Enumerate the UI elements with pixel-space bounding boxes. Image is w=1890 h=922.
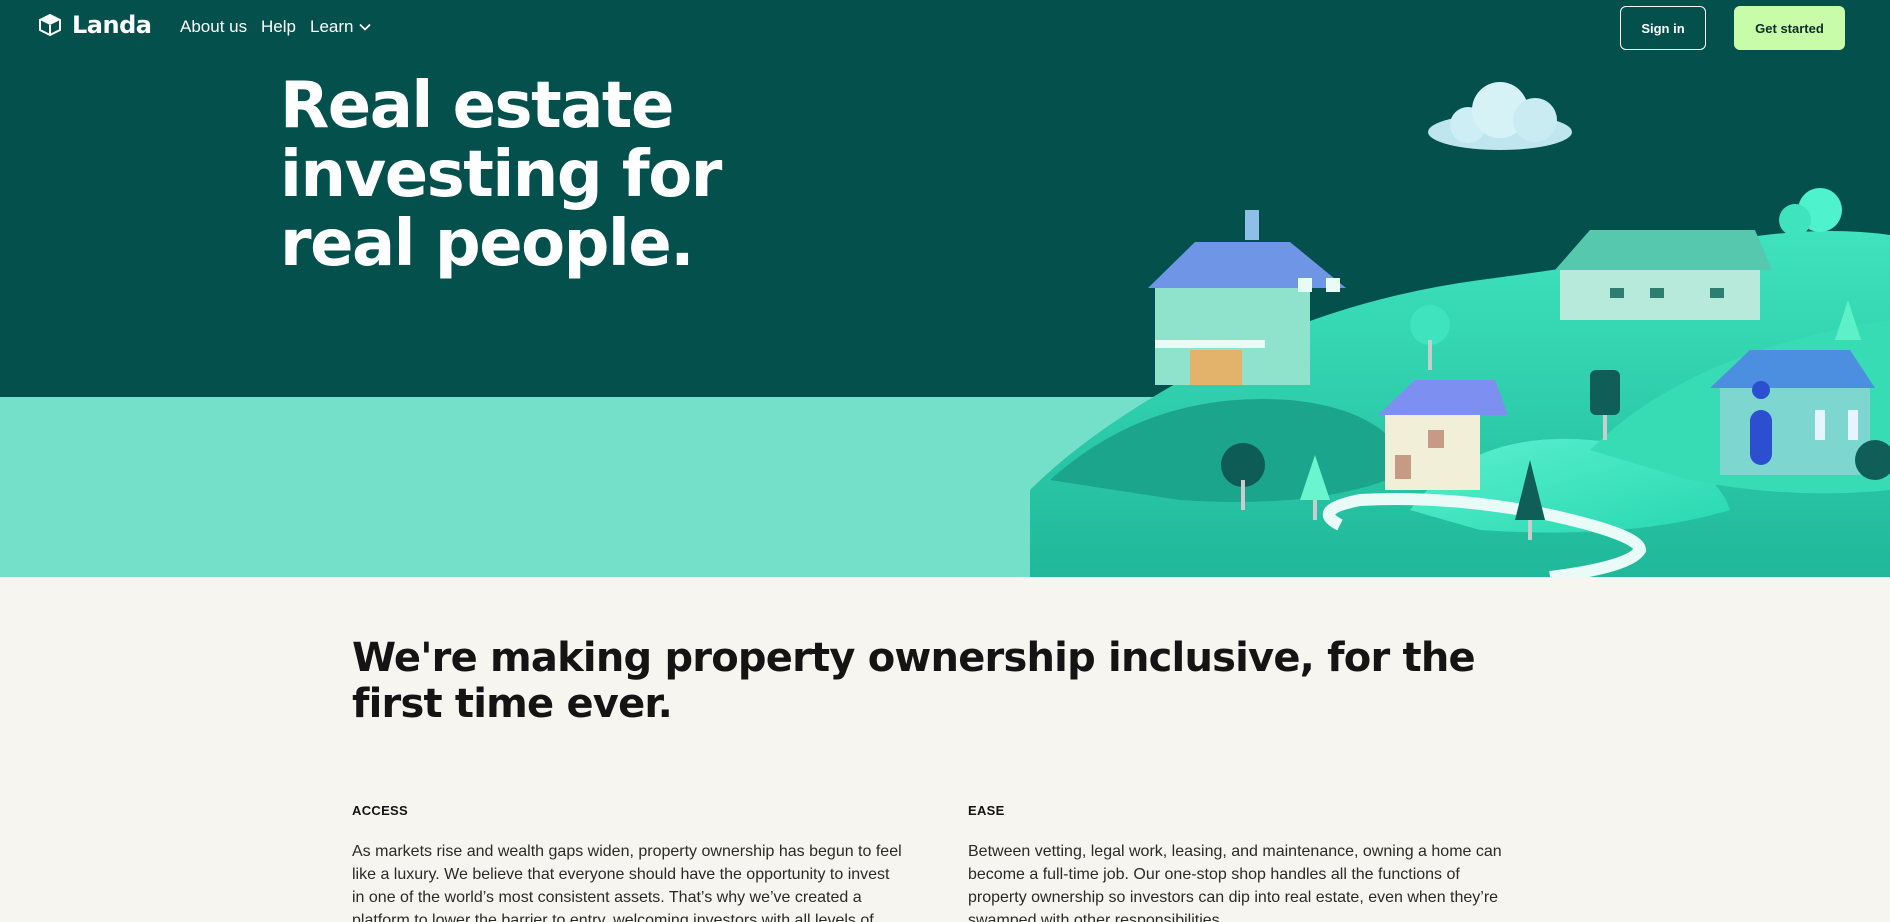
nav-link-about-us[interactable]: About us (180, 17, 247, 37)
logo-text: Landa (72, 11, 152, 39)
hillside-houses-illustration (1030, 82, 1890, 577)
logo-link[interactable]: Landa (38, 11, 152, 39)
nav-link-learn[interactable]: Learn (310, 17, 372, 37)
column-label: ACCESS (352, 803, 408, 818)
column-text: As markets rise and wealth gaps widen, p… (352, 843, 902, 922)
top-navigation: Landa About us Help Learn Sign in Get st… (0, 0, 1890, 56)
landa-logo-icon (39, 14, 61, 36)
mission-heading: We're making property ownership inclusiv… (352, 635, 1476, 727)
house-top (1555, 230, 1772, 320)
hero-title: Real estate investing for real people. (280, 72, 840, 279)
hero-title-line: Real estate (280, 69, 674, 143)
get-started-button[interactable]: Get started (1734, 6, 1845, 50)
cloud-shape (1428, 82, 1572, 150)
nav-learn-label: Learn (310, 17, 354, 36)
column-text: Between vetting, legal work, leasing, an… (968, 843, 1502, 922)
nav-link-help[interactable]: Help (261, 17, 296, 37)
mission-section: We're making property ownership inclusiv… (0, 577, 1890, 922)
sign-in-button[interactable]: Sign in (1620, 6, 1706, 50)
chevron-down-icon (359, 23, 372, 31)
hero-section: Landa About us Help Learn Sign in Get st… (0, 0, 1890, 577)
hero-title-line: investing for (280, 138, 722, 212)
house-right (1710, 350, 1875, 475)
hero-title-line: real people. (280, 207, 695, 281)
column-label: EASE (968, 803, 1005, 818)
